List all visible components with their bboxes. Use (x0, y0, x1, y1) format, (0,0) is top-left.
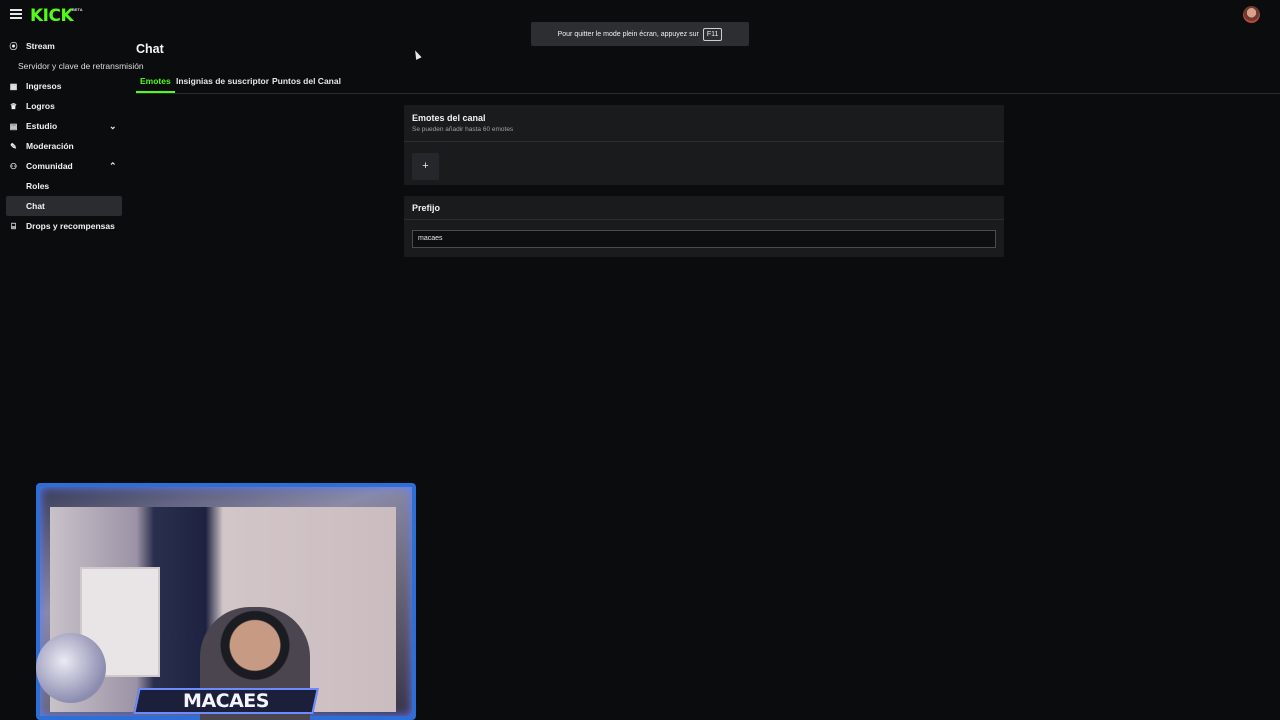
f11-key: F11 (702, 27, 723, 41)
sidebar-item-drops[interactable]: ⌸ Drops y recompensas (0, 216, 130, 236)
revenue-icon: ▦ (9, 82, 18, 91)
mouse-cursor-icon (412, 49, 422, 60)
stream-icon: ⦿ (9, 42, 18, 51)
sidebar-item-comunidad[interactable]: ⚇ Comunidad ⌃ (0, 156, 130, 176)
tab-emotes[interactable]: Emotes (136, 76, 175, 93)
user-avatar[interactable] (1243, 6, 1260, 23)
hamburger-menu-icon[interactable] (10, 9, 22, 21)
sidebar-item-label: Comunidad (26, 161, 73, 171)
tab-bar: Emotes Insignias de suscriptor Puntos de… (136, 74, 1280, 94)
page-title: Chat (136, 42, 164, 56)
tab-insignias[interactable]: Insignias de suscriptor (176, 76, 269, 86)
fullscreen-toast: Pour quitter le mode plein écran, appuye… (531, 22, 749, 46)
prefix-card: Prefijo macaes (404, 196, 1004, 257)
webcam-name: MACAES (183, 690, 269, 712)
sidebar-item-chat[interactable]: Chat (6, 196, 122, 216)
sidebar-item-stream-key[interactable]: Servidor y clave de retransmisión (0, 56, 144, 76)
emotes-card-title: Emotes del canal (412, 113, 486, 123)
webcam-overlay: MACAES (36, 483, 416, 720)
sidebar-item-label: Ingresos (26, 81, 62, 91)
sidebar-item-ingresos[interactable]: ▦ Ingresos (0, 76, 130, 96)
prefix-card-title: Prefijo (412, 203, 441, 213)
sidebar-item-roles[interactable]: Roles (0, 176, 130, 196)
fullscreen-toast-text: Pour quitter le mode plein écran, appuye… (557, 30, 699, 38)
sidebar-item-stream[interactable]: ⦿ Stream (0, 36, 130, 56)
sidebar-item-label: Estudio (26, 121, 58, 131)
beta-badge: BETA (72, 7, 83, 12)
sidebar-item-label: Logros (26, 101, 55, 111)
prefix-input[interactable]: macaes (412, 230, 996, 248)
sidebar-item-label: Stream (26, 41, 55, 51)
sidebar-item-moderacion[interactable]: ✎ Moderación (0, 136, 130, 156)
sidebar-item-logros[interactable]: ♛ Logros (0, 96, 130, 116)
sidebar-item-estudio[interactable]: ▤ Estudio ⌄ (0, 116, 130, 136)
chevron-down-icon[interactable]: ⌄ (109, 121, 117, 132)
emotes-card: Emotes del canal Se pueden añadir hasta … (404, 105, 1004, 185)
community-icon: ⚇ (9, 162, 18, 171)
wrench-icon: ✎ (10, 142, 17, 151)
prefix-card-header: Prefijo (404, 196, 1004, 220)
studio-icon: ▤ (9, 122, 18, 131)
emotes-card-header: Emotes del canal Se pueden añadir hasta … (404, 105, 1004, 142)
sidebar-item-label: Moderación (26, 141, 74, 151)
trophy-icon: ♛ (9, 102, 18, 111)
sidebar: ⦿ Stream Servidor y clave de retransmisi… (0, 36, 144, 236)
add-emote-button[interactable]: + (412, 153, 439, 180)
kick-logo[interactable]: KICK (30, 6, 74, 26)
chevron-up-icon[interactable]: ⌃ (109, 161, 117, 172)
sidebar-item-label: Chat (26, 201, 45, 211)
sidebar-item-label: Servidor y clave de retransmisión (18, 61, 144, 71)
tab-puntos[interactable]: Puntos del Canal (272, 76, 341, 86)
emotes-card-subtitle: Se pueden añadir hasta 60 emotes (412, 126, 514, 133)
gift-icon: ⌸ (11, 222, 16, 231)
soccer-ball-icon (36, 633, 106, 703)
sidebar-item-label: Drops y recompensas (26, 221, 115, 231)
sidebar-item-label: Roles (26, 181, 50, 191)
